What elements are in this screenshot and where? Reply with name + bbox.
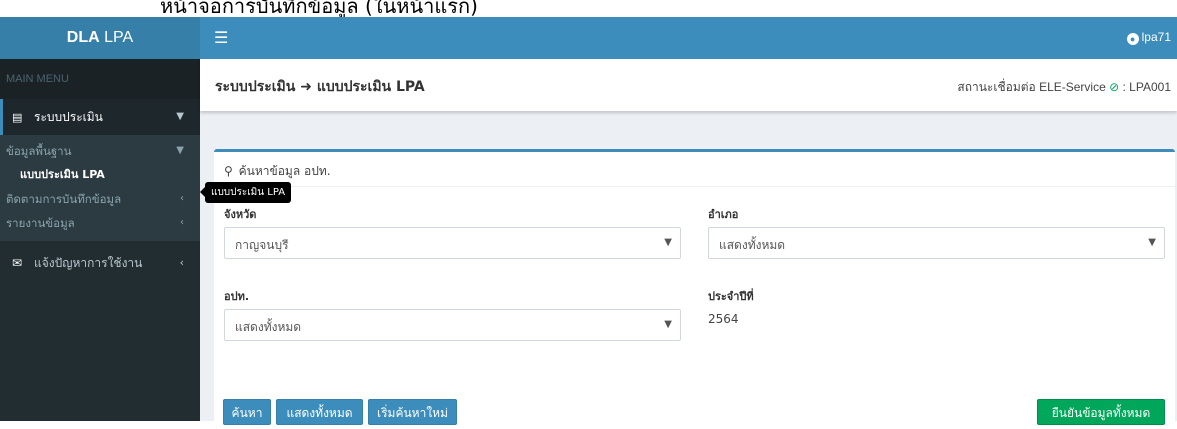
sidebar-item-label: ระบบประเมิน [34, 110, 103, 124]
org-select[interactable]: แสดงทั้งหมด ▼ [224, 309, 681, 341]
sidebar-item-label: รายงานข้อมูล [6, 216, 75, 230]
main-content: ระบบประเมิน ➜ แบบประเมิน LPA สถานะเชื่อม… [200, 59, 1177, 429]
year-label: ประจำปีที่ [708, 290, 754, 303]
user-menu[interactable]: ● lpa71 [1126, 30, 1171, 45]
province-select-value: กาญจนบุรี [235, 238, 289, 252]
brand-rest: LPA [99, 29, 134, 46]
document-icon: ▤ [12, 111, 23, 124]
chevron-down-icon: ▼ [664, 319, 672, 330]
top-navbar: ☰ ● lpa71 [200, 17, 1177, 59]
search-panel: ⚲ ค้นหาข้อมูล อปท. จังหวัด กาญจนบุรี ▼ อ… [214, 149, 1175, 429]
sidebar-item-tracking[interactable]: ติดตามการบันทึกข้อมูล ‹ [0, 187, 200, 211]
sidebar-item-report-issue[interactable]: ✉ แจ้งปัญหาการใช้งาน ‹ [0, 245, 200, 281]
app: DLA LPA MAIN MENU ▤ ระบบประเมิน ▼ ข้อมูลพ… [0, 17, 1177, 429]
search-icon: ⚲ [224, 164, 233, 178]
district-label: อำเภอ [708, 208, 739, 221]
check-circle-icon: ⊘ [1109, 80, 1120, 94]
confirm-all-button[interactable]: ยืนยันข้อมูลทั้งหมด [1037, 399, 1165, 425]
chevron-left-icon: ‹ [180, 217, 184, 228]
reset-search-button[interactable]: เริ่มค้นหาใหม่ [368, 399, 457, 425]
sidebar-item-reports[interactable]: รายงานข้อมูล ‹ [0, 211, 200, 235]
chevron-down-icon: ▼ [1148, 237, 1156, 248]
search-button[interactable]: ค้นหา [223, 399, 271, 425]
sidebar-item-label: ติดตามการบันทึกข้อมูล [6, 192, 122, 206]
sidebar: DLA LPA MAIN MENU ▤ ระบบประเมิน ▼ ข้อมูลพ… [0, 17, 200, 421]
org-label: อปท. [224, 290, 250, 303]
sidebar-item-lpa-form[interactable]: แบบประเมิน LPA [0, 163, 200, 187]
search-panel-title: ค้นหาข้อมูล อปท. [238, 164, 331, 178]
chevron-left-icon: ‹ [179, 256, 184, 269]
district-select[interactable]: แสดงทั้งหมด ▼ [708, 227, 1165, 259]
year-value: 2564 [708, 312, 739, 326]
province-label: จังหวัด [224, 208, 257, 221]
chevron-down-icon: ▼ [664, 237, 672, 248]
submenu: ข้อมูลพื้นฐาน ▼ แบบประเมิน LPA ติดตามการ… [0, 135, 200, 241]
page-caption: หน้าจอการบันทึกข้อมูล (ในหน้าแรก) [0, 0, 1177, 17]
breadcrumb: ระบบประเมิน ➜ แบบประเมิน LPA [215, 76, 425, 98]
envelope-icon: ✉ [12, 256, 23, 270]
breadcrumb-current: แบบประเมิน LPA [316, 79, 425, 95]
content-header: ระบบประเมิน ➜ แบบประเมิน LPA สถานะเชื่อม… [200, 59, 1177, 111]
sidebar-item-label: แบบประเมิน LPA [20, 168, 105, 181]
brand-logo[interactable]: DLA LPA [0, 17, 200, 59]
brand-bold: DLA [66, 29, 100, 46]
show-all-button[interactable]: แสดงทั้งหมด [276, 399, 363, 425]
search-panel-header: ⚲ ค้นหาข้อมูล อปท. [214, 152, 1175, 187]
username: lpa71 [1141, 30, 1171, 44]
chevron-left-icon: ‹ [180, 193, 184, 204]
sidebar-item-label: แจ้งปัญหาการใช้งาน [34, 256, 143, 270]
sidebar-item-basic-data[interactable]: ข้อมูลพื้นฐาน ▼ [0, 139, 200, 163]
sidebar-item-assessment[interactable]: ▤ ระบบประเมิน ▼ [0, 99, 200, 135]
caption-text: หน้าจอการบันทึกข้อมูล (ในหน้าแรก) [160, 0, 478, 17]
hamburger-menu-icon[interactable]: ☰ [214, 28, 228, 47]
tooltip: แบบประเมิน LPA [199, 182, 292, 203]
province-select[interactable]: กาญจนบุรี ▼ [224, 227, 681, 259]
status-label: สถานะเชื่อมต่อ ELE-Service [957, 80, 1106, 94]
connection-status: สถานะเชื่อมต่อ ELE-Service ⊘ : LPA001 [957, 78, 1171, 97]
district-select-value: แสดงทั้งหมด [719, 238, 786, 252]
user-icon: ● [1126, 33, 1139, 45]
chevron-down-icon: ▼ [176, 145, 184, 156]
arrow-circle-right-icon: ➜ [300, 79, 317, 95]
chevron-down-icon: ▼ [176, 111, 184, 122]
org-select-value: แสดงทั้งหมด [235, 320, 302, 334]
breadcrumb-parent[interactable]: ระบบประเมิน [215, 79, 295, 95]
status-code: : LPA001 [1122, 80, 1171, 94]
sidebar-item-label: ข้อมูลพื้นฐาน [6, 144, 72, 158]
menu-header: MAIN MENU [0, 59, 200, 99]
